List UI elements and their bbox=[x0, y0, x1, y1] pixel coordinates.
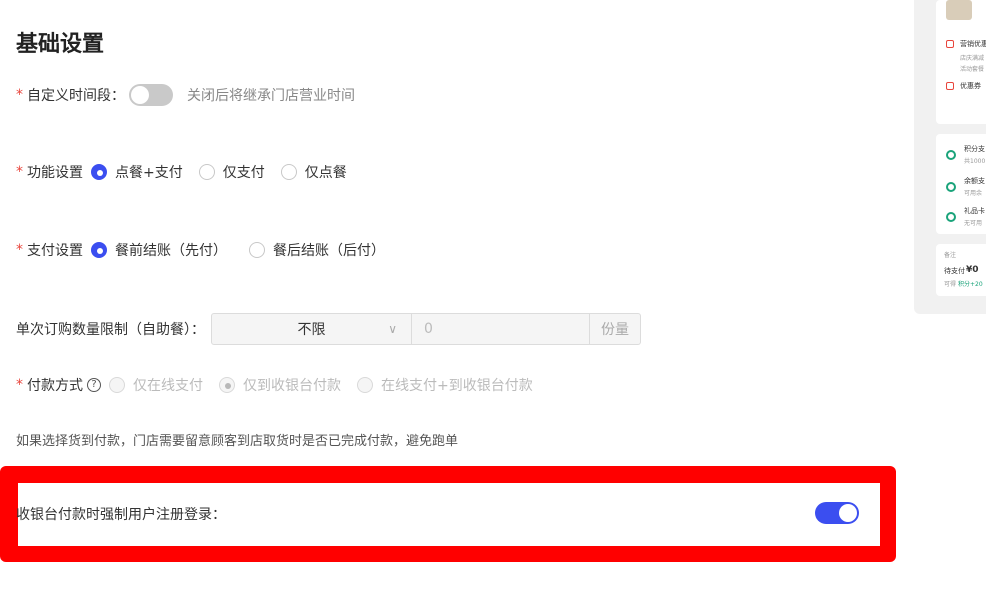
preview-points-earn-value: 积分+20 bbox=[958, 281, 983, 288]
radio-dot bbox=[249, 242, 265, 258]
custom-time-toggle[interactable] bbox=[129, 84, 173, 106]
preview-points: 积分支 bbox=[964, 145, 985, 153]
pay-method-radio-group: 仅在线支付 仅到收银台付款 在线支付+到收银台付款 bbox=[109, 375, 549, 395]
order-limit-input-placeholder: 0 bbox=[424, 321, 433, 337]
radio-label: 仅到收银台付款 bbox=[243, 378, 341, 394]
radio-label: 点餐+支付 bbox=[115, 165, 183, 181]
required-mark: * bbox=[16, 164, 23, 180]
balance-icon bbox=[946, 182, 956, 192]
pay-method-note: 如果选择货到付款，门店需要留意顾客到店取货时是否已完成付款，避免跑单 bbox=[16, 434, 459, 449]
required-mark: * bbox=[16, 377, 23, 393]
order-limit-input[interactable]: 0 bbox=[412, 314, 590, 344]
payment-setting-label: 支付设置 bbox=[27, 243, 83, 259]
pay-option-online[interactable]: 仅在线支付 bbox=[109, 375, 203, 395]
toggle-knob bbox=[131, 86, 149, 104]
function-setting-row: * 功能设置 点餐+支付 仅支付 仅点餐 bbox=[16, 162, 363, 182]
radio-dot bbox=[109, 377, 125, 393]
preview-balance: 余额支 bbox=[964, 177, 985, 185]
radio-label: 餐后结账（后付） bbox=[273, 243, 385, 259]
pay-option-both[interactable]: 在线支付+到收银台付款 bbox=[357, 375, 533, 395]
chevron-down-icon: ∨ bbox=[388, 322, 397, 336]
preview-card-payment: 积分支 共1000 余额支 可用余 礼品卡 无可用 bbox=[936, 134, 986, 234]
toggle-knob bbox=[839, 504, 857, 522]
gift-card-icon bbox=[946, 212, 956, 222]
preview-card-order: 营销优惠 店庆满减 活动套餐 优惠券 bbox=[936, 0, 986, 124]
function-option-order-only[interactable]: 仅点餐 bbox=[280, 162, 347, 182]
radio-label: 仅点餐 bbox=[304, 165, 347, 181]
payment-option-postpay[interactable]: 餐后结账（后付） bbox=[249, 240, 385, 260]
required-mark: * bbox=[16, 87, 23, 103]
order-limit-select-value: 不限 bbox=[297, 322, 326, 338]
preview-balance-sub: 可用余 bbox=[964, 190, 983, 197]
required-mark: * bbox=[16, 242, 23, 258]
radio-label: 仅在线支付 bbox=[133, 378, 203, 394]
preview-marketing-sub2: 活动套餐 bbox=[960, 66, 985, 73]
radio-dot bbox=[357, 377, 373, 393]
preview-marketing-sub1: 店庆满减 bbox=[960, 55, 985, 62]
pay-option-cashier[interactable]: 仅到收银台付款 bbox=[219, 375, 341, 395]
function-option-order-pay[interactable]: 点餐+支付 bbox=[91, 162, 183, 182]
payment-setting-radio-group: 餐前结账（先付） 餐后结账（后付） bbox=[91, 240, 401, 260]
order-limit-select[interactable]: 不限 ∨ bbox=[212, 314, 412, 344]
function-setting-label: 功能设置 bbox=[27, 165, 83, 181]
radio-dot bbox=[198, 164, 215, 180]
radio-label: 在线支付+到收银台付款 bbox=[381, 378, 533, 394]
order-limit-unit: 份量 bbox=[601, 322, 629, 338]
radio-dot bbox=[91, 242, 107, 258]
function-option-pay-only[interactable]: 仅支付 bbox=[198, 162, 265, 182]
preview-remark: 备注 bbox=[944, 252, 957, 259]
order-limit-label: 单次订购数量限制（自助餐）： bbox=[16, 322, 205, 338]
marketing-icon bbox=[946, 40, 954, 48]
payment-setting-row: * 支付设置 餐前结账（先付） 餐后结账（后付） bbox=[16, 240, 401, 260]
preview-card-checkout: 备注 待支付 ¥0 可得 积分+20 bbox=[936, 244, 986, 296]
payment-option-prepay[interactable]: 餐前结账（先付） bbox=[91, 240, 227, 260]
product-thumbnail bbox=[946, 0, 972, 20]
custom-time-label: 自定义时间段： bbox=[27, 88, 125, 104]
radio-label: 餐前结账（先付） bbox=[115, 243, 227, 259]
order-limit-control: 不限 ∨ 0 份量 bbox=[211, 313, 641, 345]
preview-coupon: 优惠券 bbox=[960, 82, 981, 90]
function-setting-radio-group: 点餐+支付 仅支付 仅点餐 bbox=[91, 162, 363, 182]
radio-dot bbox=[219, 377, 235, 393]
question-circle-icon[interactable]: ? bbox=[87, 378, 101, 392]
page-title: 基础设置 bbox=[16, 32, 105, 57]
preview-marketing: 营销优惠 bbox=[960, 40, 986, 48]
preview-points-earn: 可得 bbox=[944, 281, 957, 288]
force-login-label: 收银台付款时强制用户注册登录： bbox=[16, 507, 226, 523]
preview-gift: 礼品卡 bbox=[964, 207, 985, 215]
coupon-icon bbox=[946, 82, 954, 90]
phone-preview: 营销优惠 店庆满减 活动套餐 优惠券 积分支 共1000 余额支 可用余 礼品卡… bbox=[914, 0, 986, 314]
preview-points-sub: 共1000 bbox=[964, 158, 986, 165]
preview-to-pay-label: 待支付 bbox=[944, 267, 965, 275]
preview-to-pay-value: ¥0 bbox=[966, 265, 979, 275]
pay-method-label: 付款方式 bbox=[27, 378, 83, 394]
radio-label: 仅支付 bbox=[222, 165, 265, 181]
custom-time-row: * 自定义时间段： 关闭后将继承门店营业时间 bbox=[16, 84, 355, 106]
radio-dot bbox=[280, 164, 297, 180]
pay-method-row: * 付款方式 ? 仅在线支付 仅到收银台付款 在线支付+到收银台付款 bbox=[16, 375, 549, 395]
preview-gift-sub: 无可用 bbox=[964, 220, 983, 227]
radio-dot bbox=[91, 164, 107, 180]
points-icon bbox=[946, 150, 956, 160]
order-limit-row: 单次订购数量限制（自助餐）： 不限 ∨ 0 份量 bbox=[16, 313, 641, 345]
force-login-toggle[interactable] bbox=[815, 502, 859, 524]
custom-time-hint: 关闭后将继承门店营业时间 bbox=[187, 88, 355, 104]
